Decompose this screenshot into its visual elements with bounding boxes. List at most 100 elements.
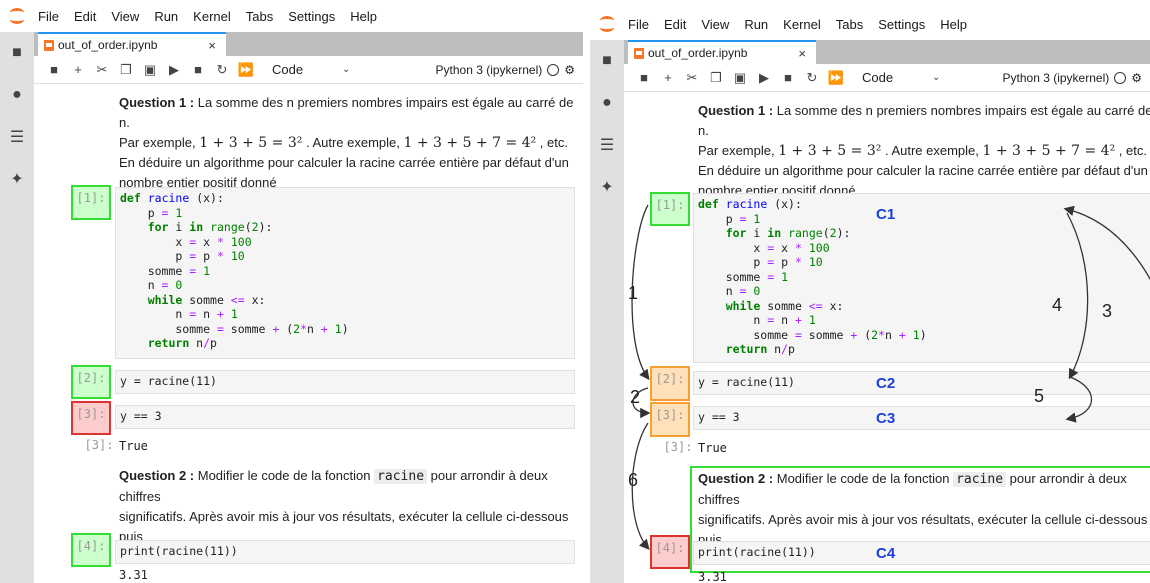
copy-icon[interactable]: ❐ — [704, 70, 728, 86]
copy-icon[interactable]: ❐ — [114, 62, 138, 78]
prompt-cell-1: [1]: — [71, 185, 111, 220]
save-icon[interactable]: ■ — [632, 70, 656, 85]
arrow-4 — [1066, 212, 1089, 380]
prompt-cell-3: [3]: — [71, 401, 111, 435]
left-panel: File Edit View Run Kernel Tabs Settings … — [0, 0, 583, 583]
code-cell-1[interactable]: def racine (x): p = 1 for i in range(2):… — [115, 187, 575, 359]
prompt-out-3: [3]: — [84, 438, 114, 452]
output-cell-4: 3.31 — [119, 568, 148, 582]
run-icon[interactable]: ▶ — [752, 70, 776, 86]
panel-divider — [583, 0, 590, 583]
fast-forward-icon[interactable]: ⏩ — [824, 70, 848, 86]
q2-label: Question 2 : — [119, 468, 195, 483]
kernel-idle-icon — [547, 63, 560, 76]
menu-edit[interactable]: Edit — [74, 9, 96, 24]
right-panel: File Edit View Run Kernel Tabs Settings … — [590, 0, 1150, 583]
q1-math2: 1 + 3 + 5 + 7 = 4² — [403, 135, 537, 151]
menu-file[interactable]: File — [38, 9, 59, 24]
puzzle-icon[interactable]: ✦ — [0, 158, 34, 200]
q1-math1: 1 + 3 + 5 = 3² — [199, 135, 303, 151]
tab-notebook[interactable]: out_of_order.ipynb × — [628, 40, 816, 64]
menu-bar: File Edit View Run Kernel Tabs Settings … — [590, 8, 1150, 40]
kernel-idle-icon — [1114, 71, 1127, 84]
q1-line2a: Par exemple, — [119, 135, 200, 150]
folder-icon[interactable]: ■ — [0, 32, 34, 74]
left-sidebar: ■ ● ☰ ✦ — [0, 32, 34, 583]
add-icon[interactable]: + — [66, 62, 90, 77]
notebook-toolbar: ■ + ✂ ❐ ▣ ▶ ■ ↻ ⏩ Code ⌄ Python 3 (ipyke… — [624, 64, 1150, 92]
arrow-2 — [632, 387, 651, 419]
restart-icon[interactable]: ↻ — [210, 62, 234, 78]
code-cell-2[interactable]: y = racine(11) — [115, 370, 575, 394]
q2-code: racine — [374, 469, 428, 484]
menu-tabs[interactable]: Tabs — [246, 9, 273, 24]
tab-label: out_of_order.ipynb — [648, 46, 748, 60]
bug-icon[interactable]: ⚙ — [1131, 71, 1142, 85]
cut-icon[interactable]: ✂ — [90, 62, 114, 78]
chevron-down-icon[interactable]: ⌄ — [932, 72, 940, 83]
prompt-cell-2: [2]: — [71, 365, 111, 399]
menu-help[interactable]: Help — [940, 17, 967, 32]
notebook-content: Question 1 : La somme des n premiers nom… — [34, 85, 583, 583]
q1-label: Question 1 : — [119, 95, 195, 110]
menu-tabs[interactable]: Tabs — [836, 17, 863, 32]
jupyter-logo-icon — [600, 15, 616, 33]
kernel-status[interactable]: Python 3 (ipykernel) ⚙ — [1003, 71, 1142, 85]
menu-settings[interactable]: Settings — [288, 9, 335, 24]
arrow-6 — [631, 422, 650, 550]
paste-icon[interactable]: ▣ — [138, 62, 162, 78]
menu-file[interactable]: File — [628, 17, 649, 32]
notebook-icon — [634, 47, 644, 59]
code-cell-3[interactable]: y == 3 — [115, 405, 575, 429]
tab-notebook[interactable]: out_of_order.ipynb × — [38, 32, 226, 56]
stop-circle-icon[interactable]: ● — [0, 74, 34, 116]
q1-line2c: , etc. — [536, 135, 568, 150]
menu-settings[interactable]: Settings — [878, 17, 925, 32]
code-cell-4[interactable]: print(racine(11)) — [115, 540, 575, 564]
menu-run[interactable]: Run — [744, 17, 768, 32]
restart-icon[interactable]: ↻ — [800, 70, 824, 86]
kernel-status[interactable]: Python 3 (ipykernel) ⚙ — [436, 63, 575, 77]
prompt-cell-4: [4]: — [71, 533, 111, 567]
stop-icon[interactable]: ■ — [776, 70, 800, 85]
stop-icon[interactable]: ■ — [186, 62, 210, 77]
run-icon[interactable]: ▶ — [162, 62, 186, 78]
folder-icon[interactable]: ■ — [590, 40, 624, 82]
q1-line2b: . Autre exemple, — [302, 135, 404, 150]
list-icon[interactable]: ☰ — [0, 116, 34, 158]
notebook-icon — [44, 39, 54, 51]
menu-kernel[interactable]: Kernel — [193, 9, 231, 24]
menu-run[interactable]: Run — [154, 9, 178, 24]
bug-icon[interactable]: ⚙ — [564, 63, 575, 77]
menu-view[interactable]: View — [111, 9, 139, 24]
arrow-5 — [1065, 376, 1093, 423]
kernel-name: Python 3 (ipykernel) — [1002, 70, 1110, 85]
save-icon[interactable]: ■ — [42, 62, 66, 77]
notebook-toolbar: ■ + ✂ ❐ ▣ ▶ ■ ↻ ⏩ Code ⌄ Python 3 (ipyke… — [34, 56, 583, 84]
puzzle-icon[interactable]: ✦ — [590, 166, 624, 208]
tab-label: out_of_order.ipynb — [58, 38, 158, 52]
cell-type-select[interactable]: Code — [862, 70, 932, 85]
arrow-1 — [631, 204, 650, 381]
menu-kernel[interactable]: Kernel — [783, 17, 821, 32]
execution-order-arrows — [631, 204, 1150, 550]
menu-edit[interactable]: Edit — [664, 17, 686, 32]
cut-icon[interactable]: ✂ — [680, 70, 704, 86]
close-icon[interactable]: × — [208, 38, 216, 53]
cell-type-select[interactable]: Code — [272, 62, 342, 77]
menu-view[interactable]: View — [701, 17, 729, 32]
chevron-down-icon[interactable]: ⌄ — [342, 64, 350, 75]
notebook-content: Question 1 : La somme des n premiers nom… — [624, 93, 1150, 583]
stop-circle-icon[interactable]: ● — [590, 82, 624, 124]
menu-help[interactable]: Help — [350, 9, 377, 24]
kernel-name: Python 3 (ipykernel) — [435, 62, 543, 77]
markdown-question-1[interactable]: Question 1 : La somme des n premiers nom… — [119, 93, 579, 193]
q2-line1a: Modifier le code de la fonction — [194, 468, 375, 483]
add-icon[interactable]: + — [656, 70, 680, 85]
list-icon[interactable]: ☰ — [590, 124, 624, 166]
output-cell-3: True — [119, 439, 148, 453]
paste-icon[interactable]: ▣ — [728, 70, 752, 86]
menu-bar: File Edit View Run Kernel Tabs Settings … — [0, 0, 583, 32]
close-icon[interactable]: × — [798, 46, 806, 61]
fast-forward-icon[interactable]: ⏩ — [234, 62, 258, 78]
